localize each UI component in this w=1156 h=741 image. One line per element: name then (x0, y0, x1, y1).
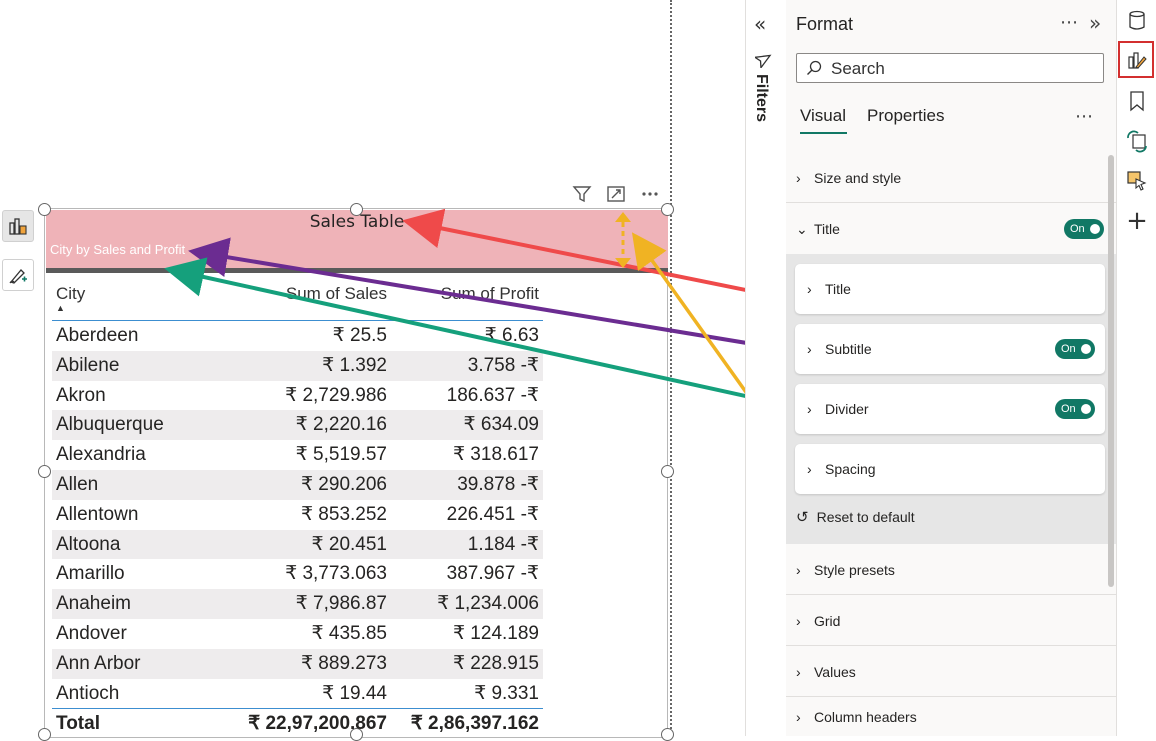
chevron-right-icon: › (807, 341, 812, 357)
chevron-down-icon: ⌄ (796, 220, 808, 237)
chevron-right-icon: › (796, 709, 801, 725)
tabs-more-icon[interactable]: ⋯ (1075, 106, 1093, 127)
section-grid[interactable]: › Grid (786, 596, 1116, 646)
chevron-right-icon: › (796, 561, 801, 578)
section-title[interactable]: ⌄ Title On (786, 204, 1116, 254)
divider-toggle[interactable]: On (1055, 399, 1095, 419)
subcard-subtitle[interactable]: › Subtitle On (795, 324, 1105, 374)
tab-visual[interactable]: Visual (800, 106, 846, 126)
format-pane-button[interactable] (1122, 45, 1152, 75)
add-pane-button[interactable]: + (1122, 206, 1152, 236)
section-size-and-style[interactable]: › Size and style (786, 153, 1116, 203)
filter-funnel-icon (755, 54, 772, 68)
section-values[interactable]: › Values (786, 647, 1116, 697)
section-style-presets[interactable]: › Style presets (786, 545, 1116, 595)
subtitle-toggle[interactable]: On (1055, 339, 1095, 359)
active-tab-indicator (800, 132, 847, 134)
format-more-icon[interactable]: ⋯ (1060, 12, 1079, 33)
format-icon (1128, 52, 1147, 69)
chevron-right-icon: › (796, 663, 801, 680)
arrow-divider (164, 257, 801, 410)
data-icon (1129, 10, 1145, 30)
sync-slicers-button[interactable] (1122, 126, 1152, 156)
data-pane-button[interactable] (1122, 6, 1152, 36)
subcard-divider[interactable]: › Divider On (795, 384, 1105, 434)
search-icon (807, 60, 822, 75)
selection-icon (1127, 171, 1147, 191)
reset-to-default-button[interactable]: ↺ Reset to default (796, 508, 915, 526)
spacing-indicator-top (615, 212, 631, 222)
chevron-right-icon: › (796, 169, 801, 186)
search-input[interactable] (829, 57, 1093, 81)
format-pane-title: Format (796, 14, 854, 34)
chevron-right-icon: › (796, 612, 801, 629)
subcard-title[interactable]: › Title (795, 264, 1105, 314)
format-search-box[interactable] (796, 53, 1104, 83)
chevron-right-icon: › (807, 281, 812, 297)
expand-pane-icon[interactable]: » (1089, 11, 1101, 35)
format-pane-scrollbar[interactable] (1108, 155, 1114, 587)
sync-icon (1127, 130, 1147, 153)
bookmarks-pane-button[interactable] (1122, 86, 1152, 116)
tab-properties[interactable]: Properties (867, 106, 944, 126)
chevron-right-icon: › (807, 401, 812, 417)
selection-pane-button[interactable] (1122, 166, 1152, 196)
subcard-spacing[interactable]: › Spacing (795, 444, 1105, 494)
section-column-headers[interactable]: › Column headers (786, 698, 1116, 736)
bookmark-icon (1130, 91, 1144, 112)
add-icon: + (1126, 206, 1148, 236)
filters-pane-label[interactable]: Filters (752, 74, 774, 134)
chevron-right-icon: › (807, 461, 812, 477)
reset-icon: ↺ (796, 509, 809, 526)
arrow-title (402, 208, 796, 302)
collapse-filters-icon[interactable]: « (754, 12, 766, 36)
title-toggle[interactable]: On (1064, 219, 1104, 239)
